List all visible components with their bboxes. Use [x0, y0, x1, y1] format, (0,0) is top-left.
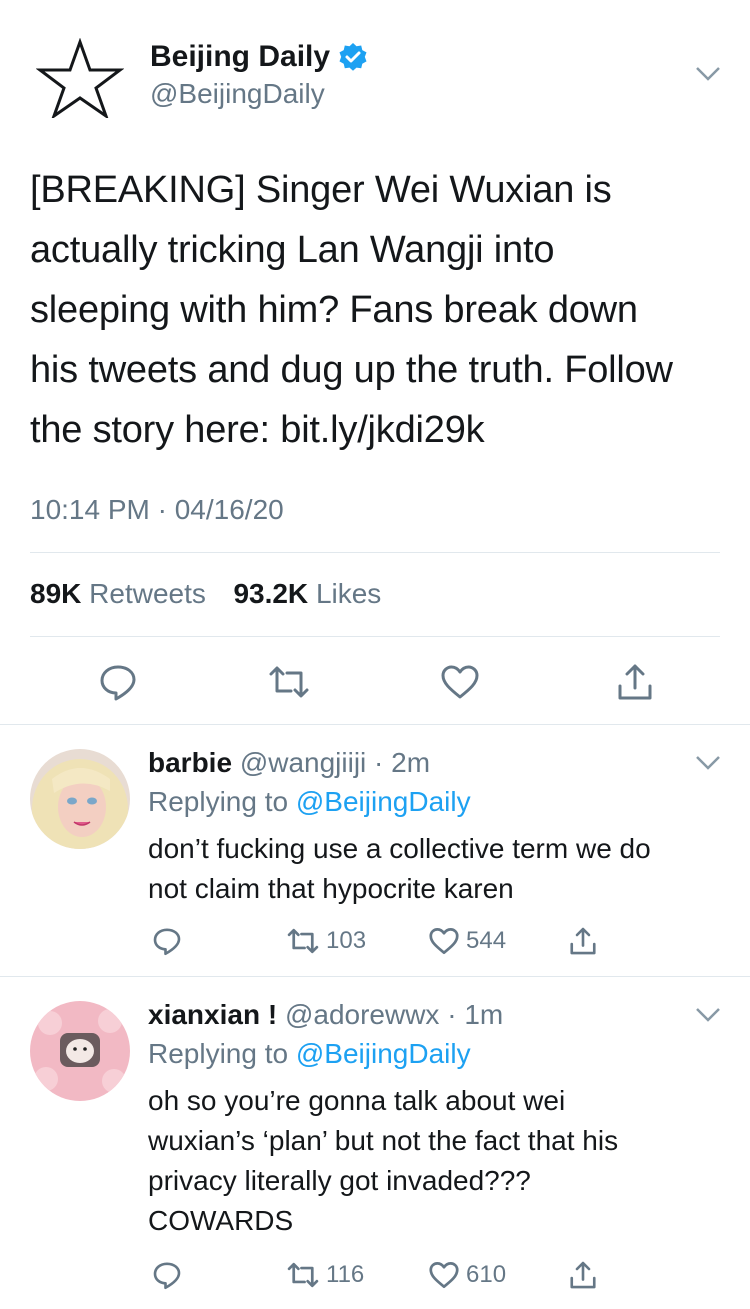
like-icon [429, 1261, 459, 1289]
replying-to-prefix: Replying to [148, 786, 289, 817]
verified-badge-icon [338, 42, 368, 72]
author-name-row: Beijing Daily [150, 40, 368, 74]
chevron-down-icon[interactable] [695, 1007, 721, 1023]
reply-text-line: don’t fucking use a collective term we d… [148, 833, 651, 864]
tweet-text-line: sleeping with him? Fans break down [30, 289, 638, 331]
reply-text-line: not claim that hypocrite karen [148, 873, 514, 904]
share-icon[interactable] [568, 1257, 598, 1293]
chevron-down-icon[interactable] [695, 755, 721, 771]
retweet-icon [287, 1262, 319, 1288]
retweet-icon[interactable] [267, 660, 311, 704]
replying-to: Replying to @BeijingDaily [148, 1038, 471, 1070]
retweets-label[interactable]: Retweets [89, 578, 206, 609]
divider [30, 636, 720, 637]
retweet-icon [287, 928, 319, 954]
tweet-text-line: his tweets and dug up the truth. Follow [30, 349, 673, 391]
tweet-text-line: [BREAKING] Singer Wei Wuxian is [30, 169, 612, 211]
tweet-action-bar [0, 660, 750, 704]
reply-icon[interactable] [152, 923, 182, 959]
tweet-text-line: the story here: bit.ly/jkdi29k [30, 409, 485, 451]
reply-text: oh so you’re gonna talk about wei wuxian… [148, 1081, 728, 1241]
reply-icon[interactable] [152, 1257, 182, 1293]
avatar[interactable] [30, 1001, 130, 1101]
reply-text: don’t fucking use a collective term we d… [148, 829, 728, 909]
tweet-stats: 89K Retweets 93.2K Likes [30, 578, 381, 610]
reply-header: xianxian ! @adorewwx · 1m [148, 999, 503, 1031]
author-display-name[interactable]: Beijing Daily [150, 40, 330, 74]
divider [30, 552, 720, 553]
reply-author-meta[interactable]: @wangjiiji · 2m [240, 747, 430, 778]
reply-text-line: oh so you’re gonna talk about wei [148, 1085, 566, 1116]
reply-icon[interactable] [96, 660, 140, 704]
likes-count[interactable]: 93.2K [233, 578, 308, 609]
retweet-button[interactable]: 116 [286, 1257, 364, 1293]
replying-to-link[interactable]: @BeijingDaily [296, 786, 471, 817]
reply-text-line: wuxian’s ‘plan’ but not the fact that hi… [148, 1125, 619, 1156]
share-icon[interactable] [613, 660, 657, 704]
reply-author-meta[interactable]: @adorewwx · 1m [285, 999, 503, 1030]
like-button[interactable]: 544 [428, 923, 506, 959]
star-outline-icon[interactable] [35, 37, 125, 120]
reply-tweet[interactable]: barbie @wangjiiji · 2m Replying to @Beij… [0, 725, 750, 975]
reply-text-line: privacy literally got invaded??? [148, 1165, 531, 1196]
reply-action-bar: 116 610 [148, 1257, 708, 1293]
main-tweet: Beijing Daily @BeijingDaily [BREAKING] S… [0, 0, 750, 724]
chevron-down-icon[interactable] [695, 66, 721, 82]
reply-author-name[interactable]: barbie [148, 747, 232, 778]
author-handle[interactable]: @BeijingDaily [150, 78, 325, 110]
reply-author-name[interactable]: xianxian ! [148, 999, 277, 1030]
tweet-text-line: actually tricking Lan Wangji into [30, 229, 555, 271]
like-count: 610 [466, 1261, 507, 1288]
reply-text-line: COWARDS [148, 1205, 294, 1236]
like-count: 544 [466, 927, 507, 954]
retweets-count[interactable]: 89K [30, 578, 81, 609]
likes-label[interactable]: Likes [316, 578, 381, 609]
replying-to-link[interactable]: @BeijingDaily [296, 1038, 471, 1069]
retweet-count: 103 [326, 927, 367, 954]
avatar[interactable] [30, 749, 130, 849]
reply-header: barbie @wangjiiji · 2m [148, 747, 430, 779]
tweet-text: [BREAKING] Singer Wei Wuxian is actually… [30, 160, 730, 460]
retweet-count: 116 [326, 1261, 365, 1288]
like-icon [429, 927, 459, 955]
replying-to-prefix: Replying to [148, 1038, 289, 1069]
retweet-button[interactable]: 103 [286, 923, 366, 959]
share-icon[interactable] [568, 923, 598, 959]
like-button[interactable]: 610 [428, 1257, 506, 1293]
replying-to: Replying to @BeijingDaily [148, 786, 471, 818]
reply-action-bar: 103 544 [148, 923, 708, 959]
like-icon[interactable] [438, 660, 482, 704]
reply-tweet[interactable]: xianxian ! @adorewwx · 1m Replying to @B… [0, 977, 750, 1309]
tweet-timestamp[interactable]: 10:14 PM · 04/16/20 [30, 494, 284, 526]
